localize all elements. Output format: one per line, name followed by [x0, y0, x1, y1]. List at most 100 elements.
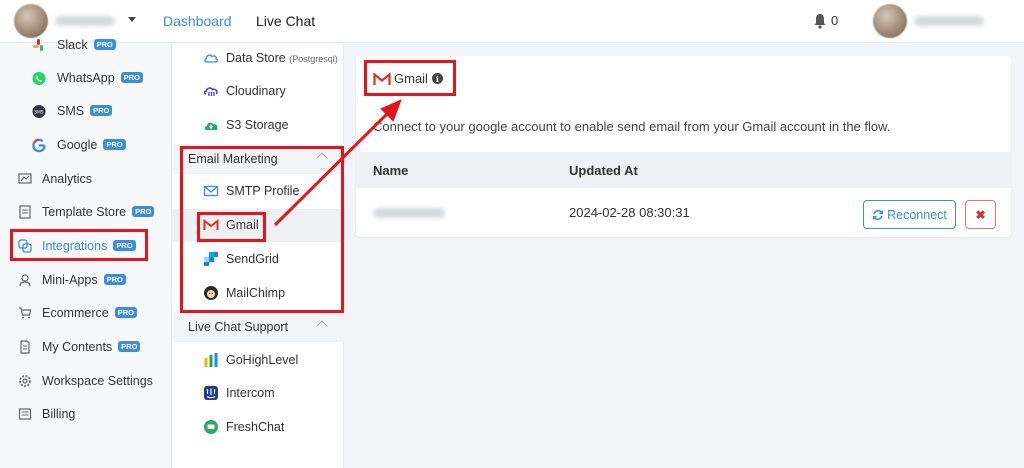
billing-icon: [18, 407, 32, 421]
integration-label: FreshChat: [226, 420, 285, 434]
integration-label: SMTP Profile: [226, 184, 300, 198]
sidebar-item-my-contents[interactable]: My Contents PRO: [0, 332, 172, 362]
sidebar-item-label: SMS: [57, 104, 85, 118]
pro-badge: PRO: [103, 274, 126, 285]
chevron-up-icon[interactable]: [316, 152, 328, 164]
integration-sendgrid[interactable]: SendGrid: [172, 243, 344, 276]
slack-icon: [32, 38, 46, 52]
panel-title-text: Gmail: [394, 71, 428, 86]
sidebar-item-sms[interactable]: SMS SMS PRO: [0, 96, 172, 126]
pro-badge: PRO: [93, 39, 116, 50]
gohighlevel-icon: [203, 352, 219, 368]
section-live-chat-support[interactable]: Live Chat Support: [172, 312, 344, 342]
integration-cloudinary[interactable]: Cloudinary: [172, 75, 344, 108]
cloudinary-icon: [203, 83, 219, 99]
mini-apps-icon: [18, 273, 32, 287]
section-email-marketing[interactable]: Email Marketing: [172, 144, 344, 174]
sidebar-item-slack[interactable]: Slack PRO: [0, 30, 172, 60]
mailchimp-icon: [203, 285, 219, 301]
table-row: 2024-02-28 08:30:31 Reconnect ✖: [356, 188, 1011, 237]
panel-description: Connect to your google account to enable…: [373, 119, 891, 134]
gmail-panel: Gmail i Connect to your google account t…: [356, 56, 1011, 237]
chevron-up-icon[interactable]: [316, 320, 328, 332]
template-store-icon: [18, 205, 32, 219]
integration-sublabel: (Postgresql): [289, 54, 338, 64]
gmail-icon: [373, 71, 391, 85]
integration-label: Gmail: [226, 218, 259, 232]
integration-mailchimp[interactable]: MailChimp: [172, 277, 344, 310]
sidebar-item-template-store[interactable]: Template Store PRO: [0, 197, 172, 227]
svg-text:SMS: SMS: [35, 109, 44, 114]
integration-label: MailChimp: [226, 286, 286, 300]
sendgrid-icon: [203, 251, 219, 267]
column-header-name: Name: [373, 163, 409, 178]
integration-intercom[interactable]: Intercom: [172, 377, 344, 410]
intercom-icon: [203, 385, 219, 401]
integration-label: Intercom: [226, 386, 275, 400]
gear-icon: [18, 374, 32, 388]
nav-live-chat[interactable]: Live Chat: [256, 13, 315, 29]
info-icon[interactable]: i: [431, 73, 443, 84]
analytics-icon: [18, 172, 32, 186]
integration-gmail[interactable]: Gmail: [172, 209, 344, 242]
google-icon: [32, 138, 46, 152]
chevron-down-icon[interactable]: [128, 17, 136, 22]
reconnect-button[interactable]: Reconnect: [863, 200, 956, 229]
pro-badge: PRO: [90, 105, 113, 116]
pro-badge: PRO: [132, 206, 155, 217]
integration-data-store[interactable]: Data Store (Postgresql): [172, 42, 344, 75]
reconnect-label: Reconnect: [887, 207, 947, 222]
refresh-icon: [872, 209, 884, 220]
pro-badge: PRO: [118, 341, 141, 352]
cloud-icon: [203, 50, 219, 66]
nav-dashboard[interactable]: Dashboard: [163, 13, 232, 29]
user-name[interactable]: [914, 16, 984, 26]
integration-label: Cloudinary: [226, 84, 286, 98]
integration-gohighlevel[interactable]: GoHighLevel: [172, 344, 344, 377]
sidebar-item-billing[interactable]: Billing: [0, 399, 172, 429]
bell-icon[interactable]: [813, 13, 827, 29]
notification-count: 0: [831, 13, 839, 28]
sidebar-item-label: Google: [57, 138, 98, 152]
sidebar-item-label: Mini-Apps: [42, 273, 98, 287]
integration-smtp-profile[interactable]: SMTP Profile: [172, 175, 344, 208]
cart-icon: [18, 306, 32, 320]
sidebar-item-analytics[interactable]: Analytics: [0, 164, 172, 194]
sidebar-item-mini-apps[interactable]: Mini-Apps PRO: [0, 265, 172, 295]
column-header-updated-at: Updated At: [569, 163, 638, 178]
sms-icon: SMS: [32, 104, 46, 118]
whatsapp-icon: [32, 71, 46, 85]
sidebar-item-label: Analytics: [42, 172, 93, 186]
sidebar-item-integrations[interactable]: Integrations PRO: [0, 231, 172, 261]
sidebar-item-label: WhatsApp: [57, 71, 115, 85]
integrations-menu: Data Store (Postgresql) Cloudinary S3 St…: [172, 43, 344, 468]
sidebar-item-whatsapp[interactable]: WhatsApp PRO: [0, 63, 172, 93]
sidebar-item-ecommerce[interactable]: Ecommerce PRO: [0, 298, 172, 328]
workspace-name[interactable]: [55, 16, 115, 26]
sidebar-item-label: Integrations: [42, 239, 108, 253]
integrations-icon: [18, 239, 32, 253]
pro-badge: PRO: [114, 307, 137, 318]
integration-label: SendGrid: [226, 252, 279, 266]
delete-button[interactable]: ✖: [965, 200, 996, 229]
integration-freshchat[interactable]: FreshChat: [172, 411, 344, 444]
section-heading: Email Marketing: [188, 152, 278, 166]
pro-badge: PRO: [120, 72, 143, 83]
envelope-icon: [203, 183, 219, 199]
main-sidebar: Slack PRO WhatsApp PRO SMS SMS PRO Google PR…: [0, 38, 172, 468]
gmail-icon: [203, 217, 219, 233]
updated-at-value: 2024-02-28 08:30:31: [569, 205, 690, 220]
panel-title: Gmail i: [373, 71, 443, 86]
integration-s3-storage[interactable]: S3 Storage: [172, 109, 344, 142]
sidebar-item-label: My Contents: [42, 340, 113, 354]
sidebar-item-google[interactable]: Google PRO: [0, 130, 172, 160]
sidebar-item-label: Ecommerce: [42, 306, 109, 320]
sidebar-item-label: Billing: [42, 407, 76, 421]
sidebar-item-workspace-settings[interactable]: Workspace Settings: [0, 366, 172, 396]
table-header: Name Updated At: [356, 152, 1011, 188]
integration-label: GoHighLevel: [226, 353, 299, 367]
pro-badge: PRO: [113, 240, 136, 251]
user-avatar[interactable]: [873, 4, 907, 38]
pro-badge: PRO: [103, 139, 126, 150]
sidebar-item-label: Workspace Settings: [42, 374, 153, 388]
